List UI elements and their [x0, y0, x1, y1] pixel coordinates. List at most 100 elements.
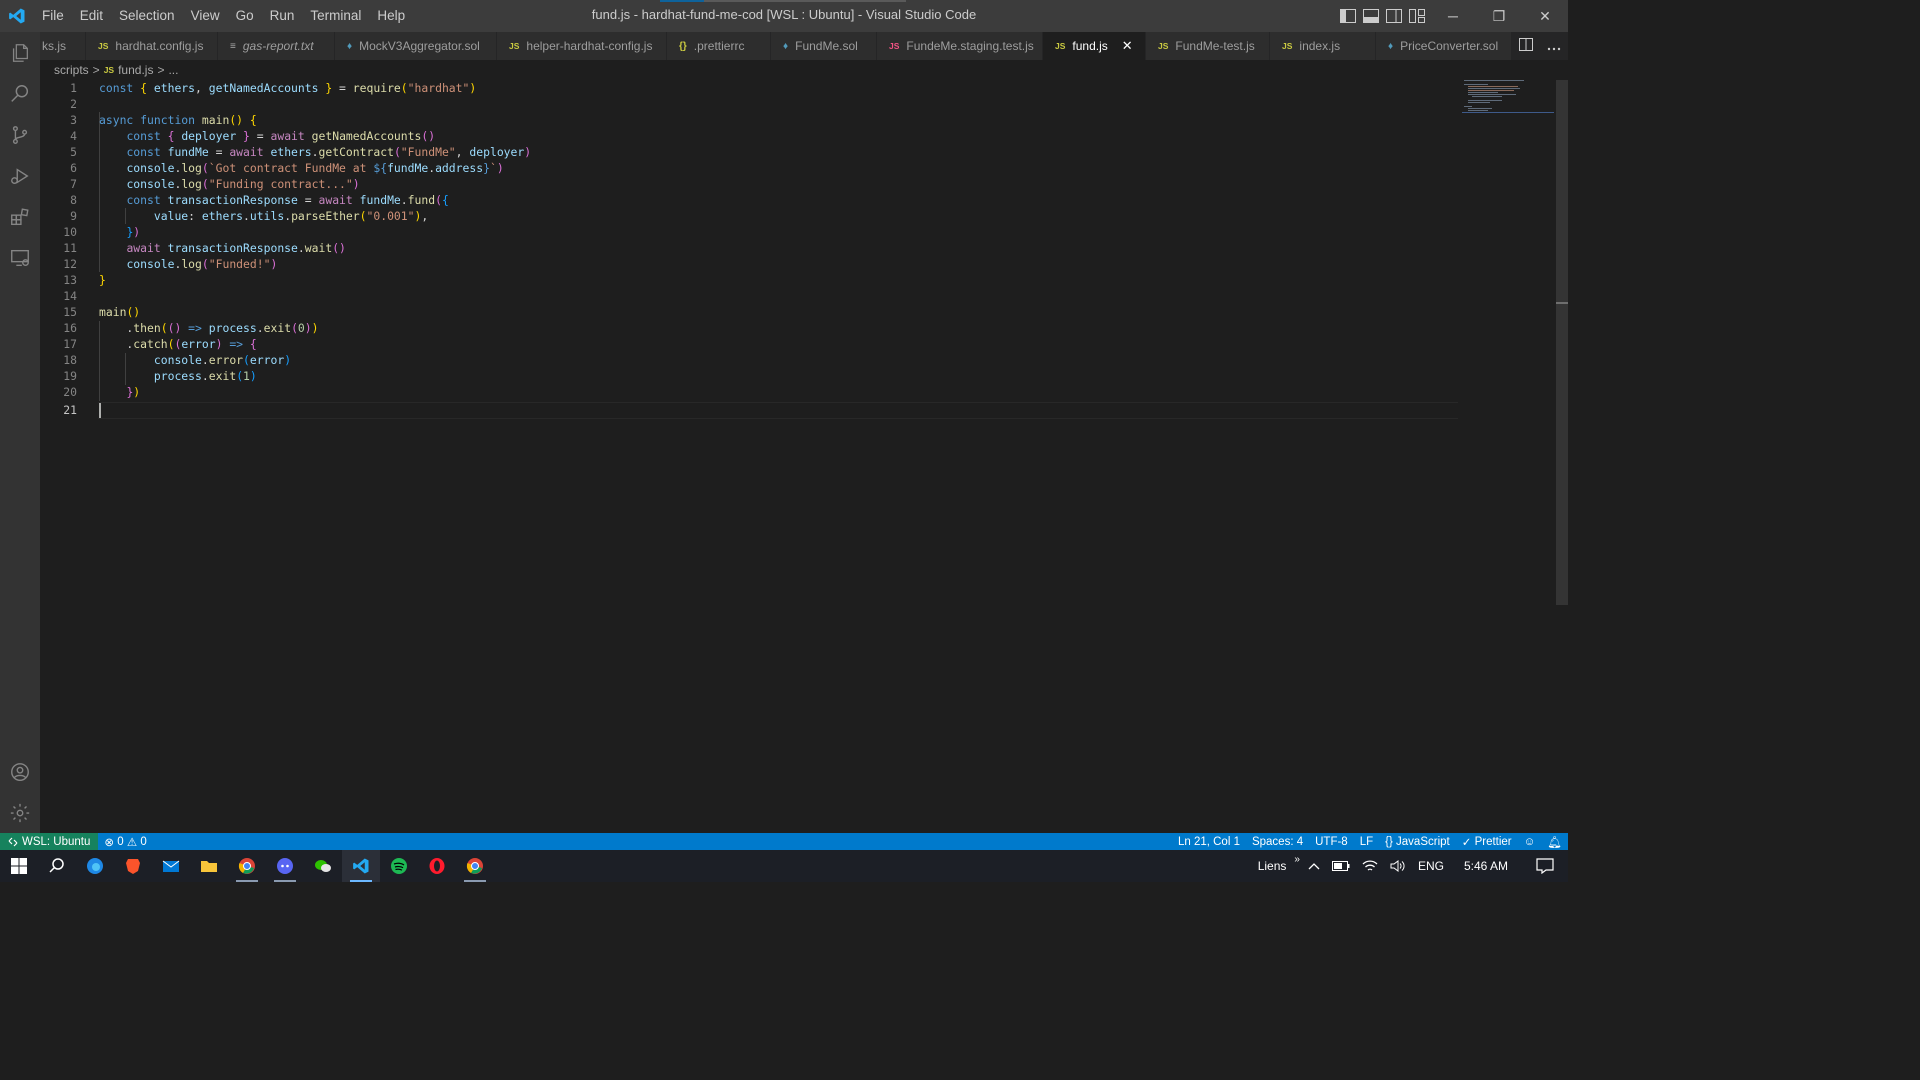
tab-label: helper-hardhat-config.js [526, 39, 653, 53]
more-actions-icon[interactable] [1547, 39, 1561, 54]
menu-help[interactable]: Help [369, 0, 413, 32]
wechat-icon[interactable] [304, 850, 342, 882]
code-line: 11 await transactionResponse.wait() [63, 241, 346, 255]
mail-icon[interactable] [152, 850, 190, 882]
accounts-icon[interactable] [0, 751, 40, 792]
tab-mockv3aggregator[interactable]: ♦ MockV3Aggregator.sol [335, 32, 497, 60]
minimap[interactable] [1462, 78, 1556, 118]
toggle-panel-icon[interactable] [1359, 0, 1382, 32]
code-line: 21 [63, 403, 77, 417]
tab-fundeme-staging-test[interactable]: JS FundeMe.staging.test.js [877, 32, 1043, 60]
json-file-icon: {} [679, 40, 687, 52]
customize-layout-icon[interactable] [1405, 0, 1428, 32]
tab-hardhat-config[interactable]: JS hardhat.config.js [86, 32, 218, 60]
error-count: 0 [117, 835, 124, 848]
code-line: 20 }) [63, 385, 141, 399]
edge-browser-icon[interactable] [76, 850, 114, 882]
tab-gas-report[interactable]: ≡ gas-report.txt [218, 32, 335, 60]
title-bar: File Edit Selection View Go Run Terminal… [0, 0, 1568, 32]
clock[interactable]: 5:46 AM [1450, 859, 1522, 873]
remote-indicator[interactable]: WSL: Ubuntu [0, 833, 99, 850]
windows-start-icon[interactable] [0, 850, 38, 882]
chrome-profile-icon[interactable] [456, 850, 494, 882]
discord-icon[interactable] [266, 850, 304, 882]
taskbar-search-icon[interactable] [38, 850, 76, 882]
run-debug-icon[interactable] [0, 155, 40, 196]
input-language[interactable]: ENG [1412, 859, 1450, 873]
tab-label: index.js [1299, 39, 1341, 53]
tab-priceconverter[interactable]: ♦ PriceConverter.sol [1376, 32, 1512, 60]
cursor-position[interactable]: Ln 21, Col 1 [1172, 836, 1246, 848]
close-button[interactable]: ✕ [1522, 0, 1568, 32]
close-tab-icon[interactable]: ✕ [1122, 38, 1133, 54]
code-line: 7 console.log("Funding contract...") [70, 177, 360, 191]
code-editor[interactable]: 1 const { ethers, getNamedAccounts } = re… [40, 80, 1568, 833]
menu-go[interactable]: Go [228, 0, 262, 32]
feedback-icon[interactable]: ☺ [1518, 836, 1542, 848]
remote-icon [8, 837, 18, 846]
chevron-double-icon[interactable]: » [1292, 854, 1302, 865]
brave-browser-icon[interactable] [114, 850, 152, 882]
tab-fundme-sol[interactable]: ♦ FundMe.sol [771, 32, 877, 60]
code-line: 18 console.error(error) [63, 353, 292, 367]
vscode-logo-icon[interactable] [0, 0, 34, 32]
tray-links-label[interactable]: Liens [1252, 859, 1293, 873]
manage-gear-icon[interactable] [0, 792, 40, 833]
source-control-icon[interactable] [0, 114, 40, 155]
tab-fundme-test[interactable]: JS FundMe-test.js [1146, 32, 1270, 60]
tab-helper-hardhat-config[interactable]: JS helper-hardhat-config.js [497, 32, 667, 60]
restore-button[interactable]: ❐ [1476, 0, 1522, 32]
warning-icon: ⚠ [126, 836, 138, 849]
vscode-taskbar-icon[interactable] [342, 850, 380, 882]
explorer-icon[interactable] [0, 32, 40, 73]
tab-label: FundeMe.staging.test.js [906, 39, 1034, 53]
tab-ks-js[interactable]: ks.js [40, 32, 86, 60]
breadcrumb-file[interactable]: fund.js [118, 63, 153, 77]
menu-file[interactable]: File [34, 0, 72, 32]
spotify-icon[interactable] [380, 850, 418, 882]
menu-terminal[interactable]: Terminal [302, 0, 369, 32]
code-line: 10 }) [63, 225, 141, 239]
menu-view[interactable]: View [183, 0, 228, 32]
indentation[interactable]: Spaces: 4 [1246, 836, 1309, 848]
problems-indicator[interactable]: ⊗ 0 ⚠ 0 [98, 835, 152, 849]
wifi-icon[interactable] [1356, 859, 1384, 873]
toggle-primary-sidebar-icon[interactable] [1336, 0, 1359, 32]
end-of-line[interactable]: LF [1354, 836, 1379, 848]
split-editor-icon[interactable] [1519, 38, 1533, 54]
breadcrumb-folder[interactable]: scripts [54, 63, 89, 77]
battery-icon[interactable] [1326, 861, 1356, 871]
chrome-browser-icon[interactable] [228, 850, 266, 882]
code-line: 17 .catch((error) => { [63, 337, 257, 351]
status-bar: WSL: Ubuntu ⊗ 0 ⚠ 0 Ln 21, Col 1 Spaces:… [0, 833, 1568, 850]
search-icon[interactable] [0, 73, 40, 114]
js-file-icon: JS [1282, 41, 1293, 51]
minimize-button[interactable]: ─ [1430, 0, 1476, 32]
code-line: 3 async function main() { [70, 113, 257, 127]
text-file-icon: ≡ [230, 40, 236, 52]
opera-browser-icon[interactable] [418, 850, 456, 882]
show-hidden-icons-chevron-icon[interactable] [1302, 862, 1326, 870]
menu-edit[interactable]: Edit [72, 0, 111, 32]
file-explorer-icon[interactable] [190, 850, 228, 882]
vertical-scrollbar[interactable] [1556, 80, 1568, 833]
menu-selection[interactable]: Selection [111, 0, 183, 32]
remote-explorer-icon[interactable] [0, 237, 40, 278]
toggle-secondary-sidebar-icon[interactable] [1382, 0, 1405, 32]
extensions-icon[interactable] [0, 196, 40, 237]
tab-prettierrc[interactable]: {} .prettierrc [667, 32, 771, 60]
language-mode[interactable]: {} JavaScript [1379, 836, 1456, 848]
tab-fund-js[interactable]: JS fund.js ✕ [1043, 32, 1146, 60]
code-line: 12 console.log("Funded!") [63, 257, 278, 271]
prettier-status[interactable]: ✓ Prettier [1456, 835, 1518, 849]
breadcrumb-symbol[interactable]: ... [168, 63, 178, 77]
volume-icon[interactable] [1384, 859, 1412, 873]
notification-center-icon[interactable] [1522, 858, 1568, 874]
code-line: 13} [63, 273, 106, 287]
notifications-bell-icon[interactable]: 🔔︎ [1541, 835, 1568, 849]
menu-run[interactable]: Run [262, 0, 303, 32]
chevron-right-icon: > [157, 63, 165, 77]
code-line: 6 console.log(`Got contract FundMe at ${… [70, 161, 504, 175]
encoding[interactable]: UTF-8 [1309, 836, 1354, 848]
tab-index-js[interactable]: JS index.js [1270, 32, 1376, 60]
